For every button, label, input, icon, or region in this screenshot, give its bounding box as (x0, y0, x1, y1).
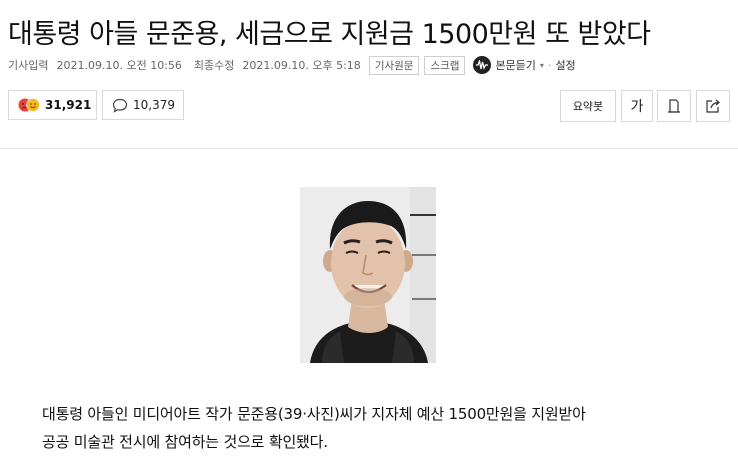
section-divider (0, 148, 738, 149)
body-line-1: 대통령 아들인 미디어아트 작가 문준용(39·사진)씨가 지자체 예산 150… (42, 405, 586, 423)
published-label: 기사입력 (8, 59, 49, 72)
article-headline: 대통령 아들 문준용, 세금으로 지원금 1500만원 또 받았다 (8, 19, 651, 50)
share-button[interactable] (696, 90, 730, 122)
article-body: 대통령 아들인 미디어아트 작가 문준용(39·사진)씨가 지자체 예산 150… (42, 400, 722, 456)
original-article-button[interactable]: 기사원문 (368, 55, 420, 75)
summary-bot-button[interactable]: 요약봇 (560, 90, 616, 122)
share-icon (704, 98, 722, 114)
comment-button[interactable]: 10,379 (102, 90, 184, 120)
published-time: 2021.09.10. 오전 10:56 (56, 59, 182, 72)
print-icon (666, 98, 682, 114)
dot-separator: · (547, 58, 552, 72)
settings-link[interactable]: 설정 (555, 57, 575, 73)
modified-label: 최종수정 (193, 59, 235, 72)
print-button[interactable] (657, 90, 691, 122)
listen-button[interactable]: 본문듣기 ▾ · 설정 (473, 56, 576, 74)
article-meta: 기사입력 2021.09.10. 오전 10:56 최종수정 2021.09.1… (8, 55, 576, 75)
sound-wave-icon (473, 56, 492, 74)
chevron-down-icon: ▾ (539, 60, 544, 70)
body-line-2: 공공 미술관 전시에 참여하는 것으로 확인됐다. (42, 433, 328, 451)
font-size-button[interactable]: 가 (621, 90, 653, 122)
reaction-count: 31,921 (45, 98, 92, 112)
scrap-button[interactable]: 스크랩 (424, 55, 466, 75)
modified-time: 2021.09.10. 오후 5:18 (242, 59, 361, 72)
comment-count: 10,379 (133, 98, 175, 112)
article-photo (300, 187, 436, 363)
reaction-emoji-icon (18, 98, 40, 112)
reaction-button[interactable]: 31,921 (8, 90, 97, 120)
listen-label: 본문듣기 (495, 59, 536, 72)
speech-bubble-icon (112, 98, 128, 113)
